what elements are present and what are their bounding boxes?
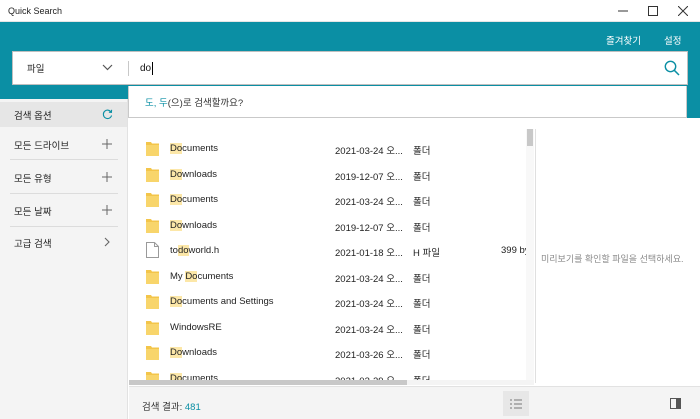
result-date: 2021-03-24 오... xyxy=(335,197,403,208)
search-icon[interactable] xyxy=(664,60,680,76)
folder-icon xyxy=(146,168,159,182)
reset-icon[interactable] xyxy=(102,109,113,120)
results-horizontal-scrollbar[interactable] xyxy=(129,380,534,385)
sidebar-item-advanced[interactable]: 고급 검색 xyxy=(0,230,127,255)
result-name: Downloads xyxy=(170,169,218,180)
result-type: 폴더 xyxy=(413,223,431,234)
results-list: Documents 2021-03-24 오... 폴더 Downloads 2… xyxy=(129,129,534,383)
title-bar: Quick Search xyxy=(0,0,700,22)
folder-icon xyxy=(146,270,159,284)
plus-icon xyxy=(102,205,112,215)
favorites-link[interactable]: 즐겨찾기 xyxy=(606,33,641,47)
result-name: Documents and Settings xyxy=(170,296,274,307)
result-type: 폴더 xyxy=(413,274,431,285)
results-vertical-scrollbar[interactable] xyxy=(526,129,534,383)
preview-pane-icon xyxy=(669,398,681,409)
result-name: WindowsRE xyxy=(170,322,222,333)
result-type: 폴더 xyxy=(413,172,431,183)
scope-divider xyxy=(128,61,129,76)
preview-pane: 미리보기를 확인할 파일을 선택하세요. xyxy=(535,129,700,383)
sidebar-divider xyxy=(10,226,118,227)
result-count: 검색 결과: 481 xyxy=(142,402,201,413)
result-date: 2021-03-26 오... xyxy=(335,350,403,361)
preview-hint: 미리보기를 확인할 파일을 선택하세요. xyxy=(541,254,684,264)
result-type: H 파일 xyxy=(413,248,440,259)
result-type: 폴더 xyxy=(413,197,431,208)
suggestion-highlight: 도, 두 xyxy=(145,97,168,109)
preview-toggle-button[interactable] xyxy=(662,391,688,416)
result-name: todoworld.h xyxy=(170,245,220,256)
suggestion-text: (으)로 검색할까요? xyxy=(167,97,244,109)
search-input[interactable]: do xyxy=(140,52,154,84)
result-row[interactable]: Downloads 2019-12-07 오... 폴더 xyxy=(129,161,529,186)
sidebar-item-drives[interactable]: 모든 드라이브 xyxy=(0,132,127,157)
result-row[interactable]: Downloads 2021-03-26 오... 폴더 xyxy=(129,339,529,364)
result-name: Documents xyxy=(170,194,219,205)
window-title: Quick Search xyxy=(8,6,63,16)
result-date: 2019-12-07 오... xyxy=(335,223,403,234)
folder-icon xyxy=(146,295,159,309)
sidebar-item-types[interactable]: 모든 유형 xyxy=(0,165,127,190)
sidebar-item-label: 고급 검색 xyxy=(14,238,52,250)
result-type: 폴더 xyxy=(413,325,431,336)
scope-dropdown[interactable]: 파일 xyxy=(13,52,128,84)
scrollbar-thumb[interactable] xyxy=(527,129,533,146)
result-name: Downloads xyxy=(170,220,218,231)
close-icon xyxy=(678,6,688,16)
minimize-icon xyxy=(618,10,628,12)
folder-icon xyxy=(146,219,159,233)
sidebar-divider xyxy=(10,193,118,194)
minimize-button[interactable] xyxy=(608,0,638,22)
search-box: 파일 do xyxy=(12,51,688,85)
scope-label: 파일 xyxy=(27,64,45,75)
result-type: 폴더 xyxy=(413,299,431,310)
result-type: 폴더 xyxy=(413,146,431,157)
settings-link[interactable]: 설정 xyxy=(664,33,681,47)
folder-icon xyxy=(146,142,159,156)
result-date: 2021-03-24 오... xyxy=(335,325,403,336)
result-row[interactable]: todoworld.h 2021-01-18 오... H 파일 399 by xyxy=(129,237,530,262)
sidebar-title: 검색 옵션 xyxy=(14,110,52,122)
file-icon xyxy=(146,242,159,258)
folder-icon xyxy=(146,346,159,360)
result-date: 2019-12-07 오... xyxy=(335,172,403,183)
list-view-button[interactable] xyxy=(503,391,529,416)
search-options-sidebar: 검색 옵션 모든 드라이브 모든 유형 모든 날짜 고급 검색 xyxy=(0,99,128,419)
result-date: 2021-03-24 오... xyxy=(335,146,403,157)
sidebar-item-label: 모든 드라이브 xyxy=(14,140,70,152)
sidebar-search-options[interactable]: 검색 옵션 xyxy=(0,102,127,127)
result-name: Documents xyxy=(170,143,219,154)
result-row[interactable]: Documents 2021-03-24 오... 폴더 xyxy=(129,186,529,211)
sidebar-item-label: 모든 날짜 xyxy=(14,206,52,218)
maximize-icon xyxy=(648,6,658,16)
close-button[interactable] xyxy=(668,0,698,22)
scrollbar-thumb[interactable] xyxy=(129,380,407,385)
result-row[interactable]: Documents and Settings 2021-03-24 오... 폴… xyxy=(129,288,529,313)
text-caret xyxy=(152,61,154,75)
result-type: 폴더 xyxy=(413,350,431,361)
result-date: 2021-03-24 오... xyxy=(335,274,403,285)
list-view-icon xyxy=(510,399,522,408)
search-suggestion[interactable]: 도, 두 (으)로 검색할까요? xyxy=(128,86,687,118)
result-name: Downloads xyxy=(170,347,218,358)
result-date: 2021-03-24 오... xyxy=(335,299,403,310)
result-row[interactable]: WindowsRE 2021-03-24 오... 폴더 xyxy=(129,314,529,339)
result-name: My Documents xyxy=(170,271,234,282)
sidebar-item-label: 모든 유형 xyxy=(14,173,52,185)
result-date: 2021-01-18 오... xyxy=(335,248,403,259)
status-bar: 검색 결과: 481 xyxy=(129,386,700,419)
maximize-button[interactable] xyxy=(638,0,668,22)
result-row[interactable]: Documents 2021-03-24 오... 폴더 xyxy=(129,135,529,160)
folder-icon xyxy=(146,321,159,335)
search-query-text: do xyxy=(140,62,152,74)
plus-icon xyxy=(102,139,112,149)
chevron-down-icon xyxy=(102,64,113,71)
result-row[interactable]: My Documents 2021-03-24 오... 폴더 xyxy=(129,263,529,288)
plus-icon xyxy=(102,172,112,182)
sidebar-item-dates[interactable]: 모든 날짜 xyxy=(0,198,127,223)
result-row[interactable]: Downloads 2019-12-07 오... 폴더 xyxy=(129,212,529,237)
chevron-right-icon xyxy=(104,237,110,247)
sidebar-divider xyxy=(10,159,118,160)
folder-icon xyxy=(146,193,159,207)
